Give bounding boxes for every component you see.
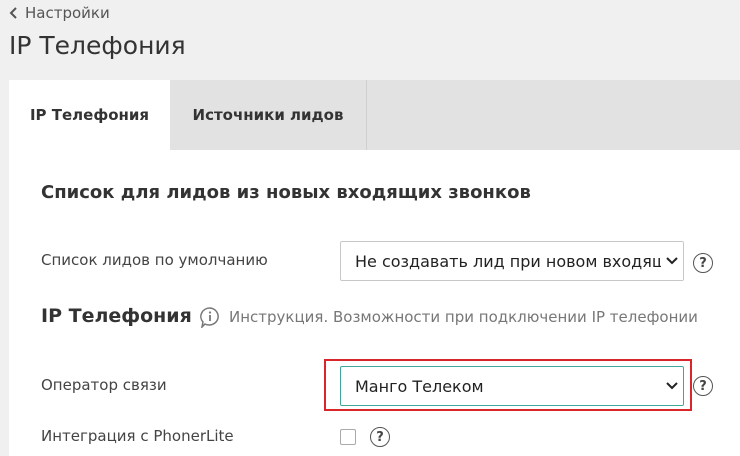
operator-select[interactable]: Манго Телеком: [340, 366, 684, 406]
help-icon-operator[interactable]: ?: [693, 376, 713, 396]
operator-value: Манго Телеком: [355, 376, 484, 396]
phonerlite-label: Интеграция с PhonerLite: [41, 427, 234, 445]
default-list-value: Не создавать лид при новом входящем звон…: [355, 251, 661, 271]
back-link-label: Настройки: [25, 4, 110, 22]
instruction-text: Инструкция. Возможности при подключении …: [229, 308, 698, 326]
chevron-down-icon: [661, 367, 683, 405]
chevron-left-icon: [9, 7, 17, 19]
phonerlite-checkbox[interactable]: [340, 429, 356, 445]
operator-label: Оператор связи: [41, 376, 167, 394]
default-list-label: Список лидов по умолчанию: [41, 251, 268, 269]
tab-label: Источники лидов: [192, 106, 344, 124]
instruction-link[interactable]: Инструкция. Возможности при подключении …: [199, 306, 698, 328]
help-symbol: ?: [376, 429, 384, 445]
settings-panel: Список для лидов из новых входящих звонк…: [9, 150, 740, 456]
page-title: IP Телефония: [9, 31, 186, 60]
back-link-settings[interactable]: Настройки: [9, 4, 110, 22]
help-symbol: ?: [699, 255, 707, 271]
default-list-select[interactable]: Не создавать лид при новом входящем звон…: [340, 241, 684, 281]
chevron-down-icon: [661, 242, 683, 280]
leads-section-heading: Список для лидов из новых входящих звонк…: [41, 182, 531, 203]
help-icon-phonerlite[interactable]: ?: [370, 427, 390, 447]
tabs-bar: IP Телефония Источники лидов: [9, 80, 740, 150]
help-symbol: ?: [699, 378, 707, 394]
tab-ip-telephony[interactable]: IP Телефония: [9, 80, 170, 150]
tab-lead-sources[interactable]: Источники лидов: [170, 80, 367, 150]
tab-label: IP Телефония: [29, 106, 150, 124]
help-icon-default-list[interactable]: ?: [693, 253, 713, 273]
info-speech-bubble-icon: [200, 307, 219, 328]
telephony-section-heading: IP Телефония: [41, 305, 192, 327]
